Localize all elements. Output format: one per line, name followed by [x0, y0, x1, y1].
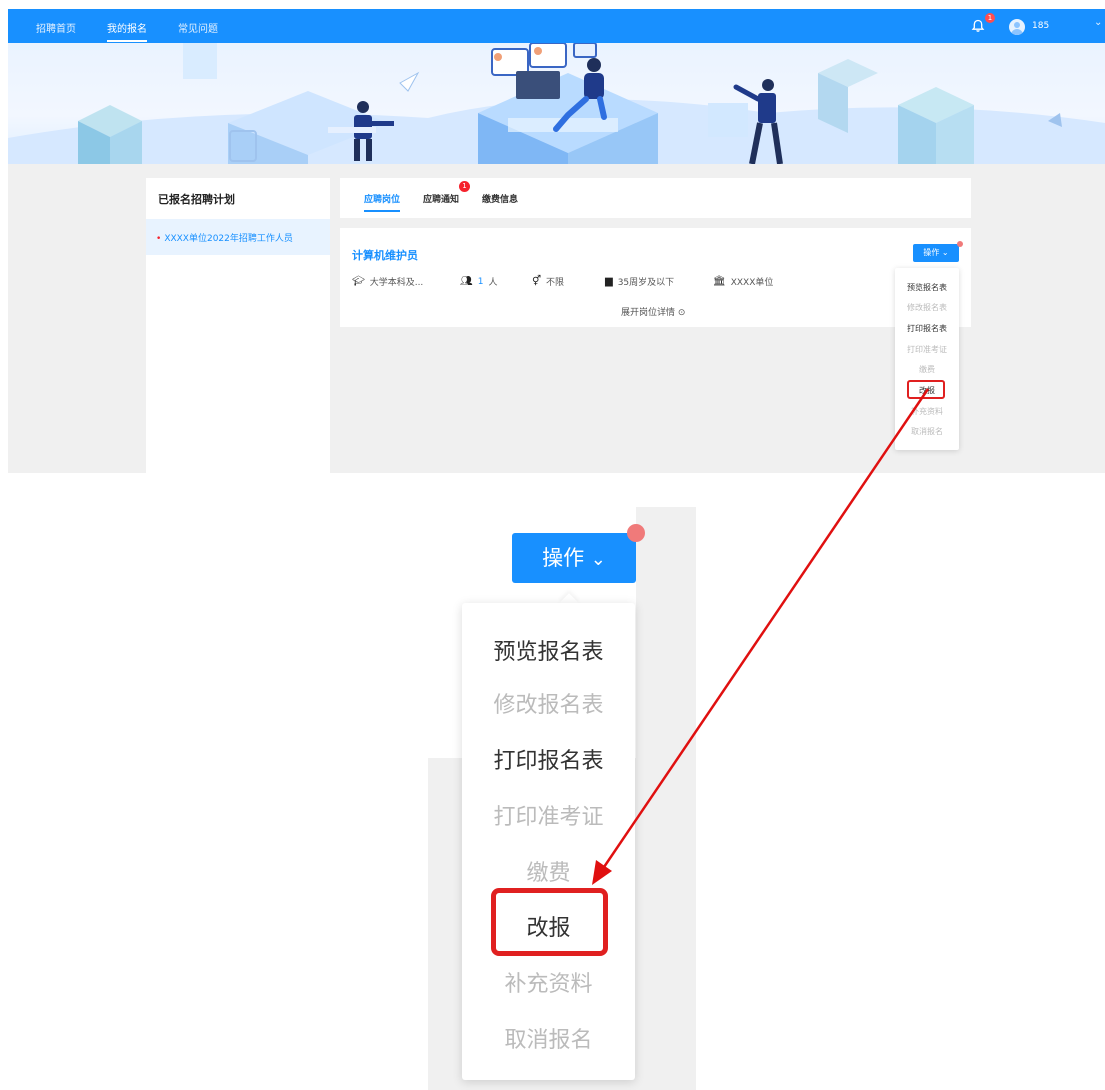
annotation-arrow: [592, 388, 930, 885]
arrow-head-icon: [592, 860, 612, 885]
arrow-line: [600, 388, 930, 871]
